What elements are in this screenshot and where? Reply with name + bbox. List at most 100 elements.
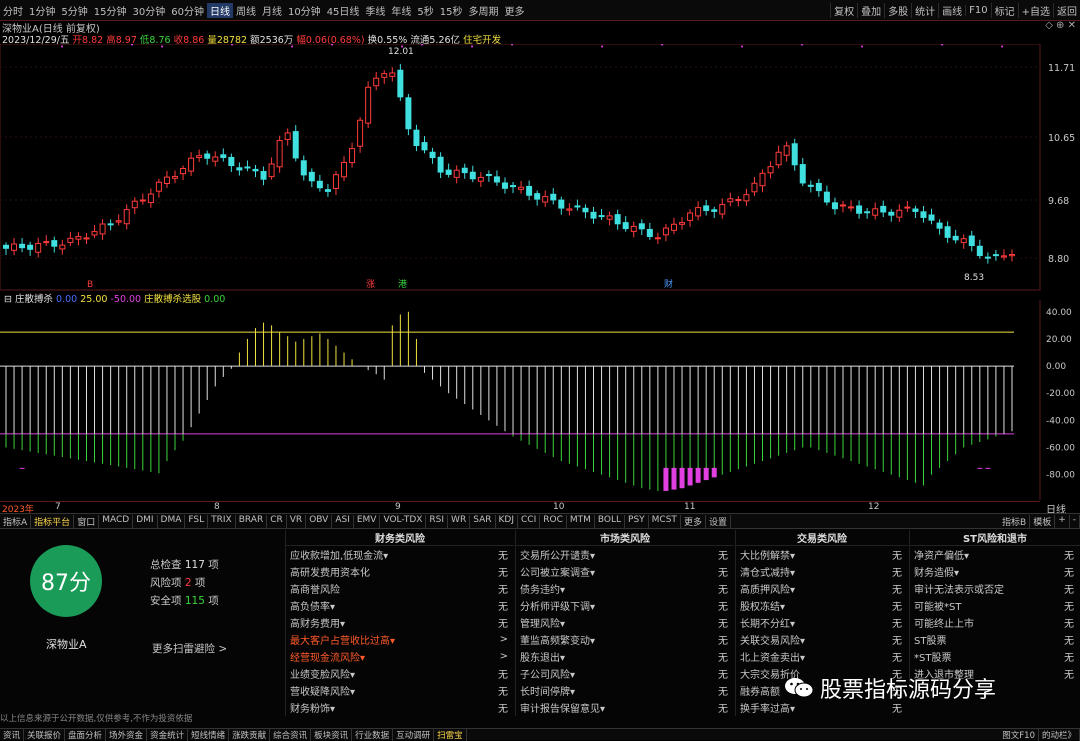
indicator-tab[interactable]: BRAR (236, 514, 268, 528)
period-tab[interactable]: 更多 (502, 3, 528, 18)
toolbar-button[interactable]: 多股 (884, 2, 911, 18)
more-risk-link[interactable]: 更多扫雷避险 > (152, 641, 227, 656)
toolbar-button[interactable]: 返回 (1053, 2, 1080, 18)
indicator-tab[interactable]: EMV (354, 514, 381, 528)
indicator-tab[interactable]: OBV (306, 514, 333, 528)
toolbar-button[interactable]: F10 (965, 4, 990, 16)
risk-row[interactable]: 分析师评级下调▾ 无 (516, 597, 734, 614)
indicator-tab[interactable]: CCI (518, 514, 541, 528)
period-tab[interactable]: 15秒 (437, 3, 466, 18)
period-tab[interactable]: 多周期 (466, 3, 502, 18)
indicator-tab[interactable]: 指标平台 (31, 514, 75, 528)
period-tab[interactable]: 日线 (206, 2, 233, 18)
risk-row[interactable]: 关联交易风险▾ 无 (736, 631, 908, 648)
risk-item-label: 北上资金卖出▾ (740, 653, 806, 664)
risk-row[interactable]: 公司被立案调查▾ 无 (516, 563, 734, 580)
indicator-tab[interactable]: + (1055, 514, 1070, 528)
indicator-tab[interactable]: WR (448, 514, 471, 528)
indicator-tab[interactable]: ROC (540, 514, 567, 528)
period-tab[interactable]: 30分钟 (129, 3, 168, 18)
risk-row[interactable]: 财务造假▾ 无 (910, 563, 1080, 580)
risk-row[interactable]: 财务粉饰▾ 无 (286, 699, 514, 716)
risk-row[interactable]: 经营现金流风险▾ > (286, 648, 514, 665)
indicator-tab[interactable]: 窗口 (74, 514, 100, 528)
risk-row[interactable]: 高研发费用资本化 无 (286, 563, 514, 580)
indicator-tab[interactable]: TRIX (208, 514, 236, 528)
period-tab[interactable]: 月线 (259, 3, 285, 18)
toolbar-button[interactable]: 叠加 (857, 2, 884, 18)
risk-row[interactable]: 股权冻结▾ 无 (736, 597, 908, 614)
candle-body (27, 244, 34, 250)
risk-row[interactable]: 可能被*ST 无 (910, 597, 1080, 614)
toolbar-button[interactable]: 统计 (911, 2, 938, 18)
indicator-tab[interactable]: RSI (426, 514, 449, 528)
toolbar-button[interactable]: +自选 (1017, 2, 1053, 18)
risk-row[interactable]: 净资产偏低▾ 无 (910, 546, 1080, 563)
indicator-tab[interactable]: BOLL (595, 514, 626, 528)
indicator-tab[interactable]: 设置 (706, 514, 731, 528)
indicator-tab[interactable]: 指标A (0, 514, 32, 528)
indicator-chart[interactable]: 40.00 20.00 0.00 -20.00 -40.00 -60.00 -80.00 (0, 300, 1080, 500)
indicator-tab[interactable]: DMI (133, 514, 158, 528)
indicator-tab[interactable]: VOL-TDX (380, 514, 427, 528)
risk-row[interactable]: 审计无法表示或否定 无 (910, 580, 1080, 597)
risk-row[interactable]: 债务违约▾ 无 (516, 580, 734, 597)
risk-row[interactable]: 高商誉风险 无 (286, 580, 514, 597)
indicator-tab[interactable]: SAR (470, 514, 496, 528)
risk-row[interactable]: 高负债率▾ 无 (286, 597, 514, 614)
candle-body (960, 238, 967, 244)
period-tab[interactable]: 5分钟 (58, 3, 90, 18)
risk-row[interactable]: 审计报告保留意见▾ 无 (516, 699, 734, 716)
indicator-tab[interactable]: 模板 (1030, 514, 1056, 528)
indicator-tab[interactable]: ASI (332, 514, 354, 528)
period-tab[interactable]: 10分钟 (285, 3, 324, 18)
risk-row[interactable]: 业绩变脸风险▾ 无 (286, 665, 514, 682)
risk-row[interactable]: 高财务费用▾ 无 (286, 614, 514, 631)
risk-row[interactable]: 最大客户占营收比过高▾ > (286, 631, 514, 648)
risk-row[interactable]: 高质押风险▾ 无 (736, 580, 908, 597)
indicator-tab[interactable]: - (1070, 514, 1080, 528)
risk-row[interactable]: ST股票 无 (910, 631, 1080, 648)
indicator-tab[interactable]: FSL (185, 514, 209, 528)
risk-row[interactable]: 长时间停牌▾ 无 (516, 682, 734, 699)
candlestick-chart[interactable]: • • • • • • • • • • • • • • • • • 12.01 8.53 11.71 10.65… (0, 44, 1080, 292)
indicator-tab[interactable]: VR (287, 514, 307, 528)
window-controls[interactable]: ◇ ⊕ ✕ (1045, 20, 1076, 31)
risk-row[interactable]: 北上资金卖出▾ 无 (736, 648, 908, 665)
risk-row[interactable]: 交易所公开谴责▾ 无 (516, 546, 734, 563)
risk-row[interactable]: 董监高频繁变动▾ 无 (516, 631, 734, 648)
period-tab[interactable]: 5秒 (414, 3, 436, 18)
period-tab[interactable]: 周线 (233, 3, 259, 18)
indicator-tab[interactable]: 指标B (999, 514, 1031, 528)
period-tab[interactable]: 季线 (362, 3, 388, 18)
risk-row[interactable]: 股东退出▾ 无 (516, 648, 734, 665)
risk-item-value: 无 (892, 636, 902, 647)
period-tab[interactable]: 15分钟 (91, 3, 130, 18)
risk-row[interactable]: 长期不分红▾ 无 (736, 614, 908, 631)
risk-row[interactable]: 营收疑降风险▾ 无 (286, 682, 514, 699)
period-tab[interactable]: 45日线 (324, 3, 363, 18)
risk-row[interactable]: 子公司风险▾ 无 (516, 665, 734, 682)
risk-row[interactable]: *ST股票 无 (910, 648, 1080, 665)
event-dot: • (420, 44, 424, 49)
risk-row[interactable]: 管理风险▾ 无 (516, 614, 734, 631)
indicator-tab[interactable]: MCST (649, 514, 681, 528)
period-tab[interactable]: 年线 (388, 3, 414, 18)
toolbar-button[interactable]: 复权 (830, 2, 857, 18)
indicator-tab[interactable]: CR (267, 514, 287, 528)
indicator-tab[interactable]: 更多 (681, 514, 706, 528)
risk-row[interactable]: 应收款增加,低现金流▾ 无 (286, 546, 514, 563)
risk-row[interactable]: 清仓式减持▾ 无 (736, 563, 908, 580)
indicator-tab[interactable]: KDJ (496, 514, 518, 528)
period-tab[interactable]: 60分钟 (168, 3, 207, 18)
risk-row[interactable]: 可能终止上市 无 (910, 614, 1080, 631)
toolbar-button[interactable]: 画线 (938, 2, 965, 18)
risk-row[interactable]: 大比例解禁▾ 无 (736, 546, 908, 563)
indicator-tab[interactable]: PSY (625, 514, 649, 528)
indicator-tab[interactable]: MACD (99, 514, 134, 528)
period-tab[interactable]: 分时 (0, 3, 26, 18)
indicator-tab[interactable]: MTM (567, 514, 595, 528)
period-tab[interactable]: 1分钟 (26, 3, 58, 18)
indicator-tab[interactable]: DMA (158, 514, 186, 528)
toolbar-button[interactable]: 标记 (990, 2, 1018, 18)
